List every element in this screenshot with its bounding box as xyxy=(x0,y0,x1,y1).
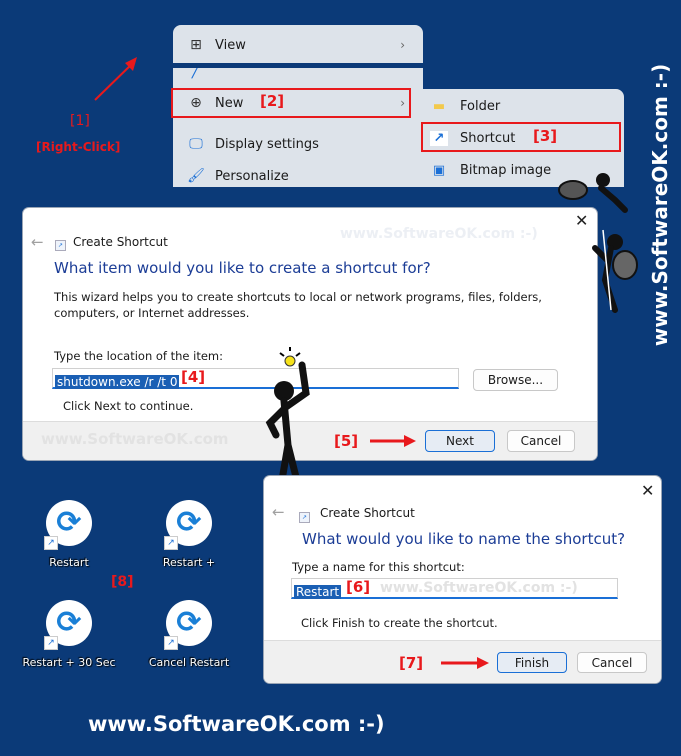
desktop-icon-restart[interactable]: ⟳ ↗ Restart xyxy=(14,500,124,569)
bitmap-icon: ▣ xyxy=(432,162,446,178)
location-input-value: shutdown.exe /r /t 0 xyxy=(55,375,180,389)
desktop-icon-label: Restart xyxy=(49,556,89,569)
back-arrow-icon[interactable]: ← xyxy=(272,503,285,521)
highlight-new xyxy=(171,88,411,118)
folder-icon: ▬ xyxy=(432,98,446,114)
next-button[interactable]: Next xyxy=(425,430,495,452)
dialog-title: Create Shortcut xyxy=(73,235,168,249)
create-shortcut-dialog-name: ✕ ← ↗ Create Shortcut What would you lik… xyxy=(264,476,661,683)
stick-figure-idea xyxy=(265,347,310,484)
annotation-step-8: [8] xyxy=(111,574,134,590)
bottom-branding: www.SoftwareOK.com :-) xyxy=(88,712,385,736)
submenu-item-folder[interactable]: ▬ Folder xyxy=(412,91,624,121)
annotation-step-7: [7] xyxy=(399,654,424,672)
next-button-label: Next xyxy=(446,434,474,448)
location-input[interactable]: shutdown.exe /r /t 0 xyxy=(52,368,459,389)
annotation-step-4: [4] xyxy=(181,368,206,386)
climbing-figures xyxy=(558,173,638,313)
desktop-icon-cancel-restart[interactable]: ⟳ ↗ Cancel Restart xyxy=(134,600,244,669)
shortcut-arrow-icon: ↗ xyxy=(164,636,178,650)
watermark-text: www.SoftwareOK.com xyxy=(41,430,229,448)
shortcut-small-icon: ↗ xyxy=(55,240,66,251)
cancel-button[interactable]: Cancel xyxy=(577,652,647,673)
browse-button[interactable]: Browse... xyxy=(473,369,558,391)
restart-icon: ⟳ ↗ xyxy=(164,600,212,650)
name-field-label: Type a name for this shortcut: xyxy=(292,560,465,574)
dialog-title: Create Shortcut xyxy=(320,506,415,520)
menu-item-display-settings[interactable]: 🖵 Display settings xyxy=(173,129,423,159)
annotation-step-6: [6] xyxy=(346,578,371,596)
desktop-icon-label: Restart + xyxy=(162,556,216,569)
menu-item-label: View xyxy=(215,37,246,53)
dialog-heading: What would you like to name the shortcut… xyxy=(302,530,626,548)
vertical-branding: www.SoftwareOK.com :-) xyxy=(640,60,680,350)
finish-button[interactable]: Finish xyxy=(497,652,567,673)
desktop-icon-restart-30-sec[interactable]: ⟳ ↗ Restart + 30 Sec xyxy=(14,600,124,669)
back-arrow-icon[interactable]: ← xyxy=(31,233,44,251)
submenu-item-label: Bitmap image xyxy=(460,162,552,178)
overlay-watermark: www.SoftwareOK.com :-) xyxy=(340,226,538,242)
desktop-icon-restart-plus[interactable]: ⟳ ↗ Restart + xyxy=(134,500,244,569)
desktop-icon-label: Cancel Restart xyxy=(148,656,230,669)
vertical-branding-text: www.SoftwareOK.com :-) xyxy=(648,63,672,347)
desktop-icon-label: Restart + 30 Sec xyxy=(22,656,116,669)
annotation-step-2: [2] xyxy=(260,92,285,110)
shortcut-small-icon: ↗ xyxy=(299,512,310,523)
annotation-arrow-5 xyxy=(370,435,416,447)
submenu-item-label: Folder xyxy=(460,98,501,114)
location-field-label: Type the location of the item: xyxy=(54,349,224,363)
annotation-step-5: [5] xyxy=(334,432,359,450)
menu-item-label: Personalize xyxy=(215,168,289,184)
menu-item-view[interactable]: ⊞ View › xyxy=(173,30,423,60)
shortcut-arrow-icon: ↗ xyxy=(164,536,178,550)
restart-icon: ⟳ ↗ xyxy=(44,600,92,650)
annotation-step-3: [3] xyxy=(533,127,558,145)
dialog-heading: What item would you like to create a sho… xyxy=(54,259,431,277)
menu-item-personalize[interactable]: 🖌 Personalize xyxy=(173,161,423,191)
restart-icon: ⟳ ↗ xyxy=(44,500,92,550)
annotation-arrow-1 xyxy=(94,57,137,101)
menu-item-label: Display settings xyxy=(215,136,319,152)
display-icon: 🖵 xyxy=(189,136,203,152)
menu-overlap-band xyxy=(173,63,423,68)
chevron-right-icon: › xyxy=(400,38,405,52)
dialog-description: This wizard helps you to create shortcut… xyxy=(54,290,542,320)
annotation-arrow-7 xyxy=(441,657,489,669)
restart-icon: ⟳ ↗ xyxy=(164,500,212,550)
grid-icon: ⊞ xyxy=(190,37,202,53)
field-watermark: www.SoftwareOK.com :-) xyxy=(380,580,578,596)
brush-icon: 🖌 xyxy=(187,168,205,184)
finish-hint: Click Finish to create the shortcut. xyxy=(301,616,498,630)
shortcut-arrow-icon: ↗ xyxy=(44,636,58,650)
annotation-right-click: [Right-Click] xyxy=(36,140,121,154)
next-hint: Click Next to continue. xyxy=(63,399,194,413)
cancel-button[interactable]: Cancel xyxy=(507,430,575,452)
shortcut-name-input[interactable]: Restart www.SoftwareOK.com :-) xyxy=(291,578,618,599)
shortcut-arrow-icon: ↗ xyxy=(44,536,58,550)
dialog-footer: [7] Finish Cancel xyxy=(264,640,661,683)
close-icon[interactable]: ✕ xyxy=(641,481,654,500)
highlight-shortcut xyxy=(421,122,621,152)
annotation-step-1: [1] xyxy=(70,113,90,129)
shortcut-name-input-value: Restart xyxy=(294,585,342,599)
